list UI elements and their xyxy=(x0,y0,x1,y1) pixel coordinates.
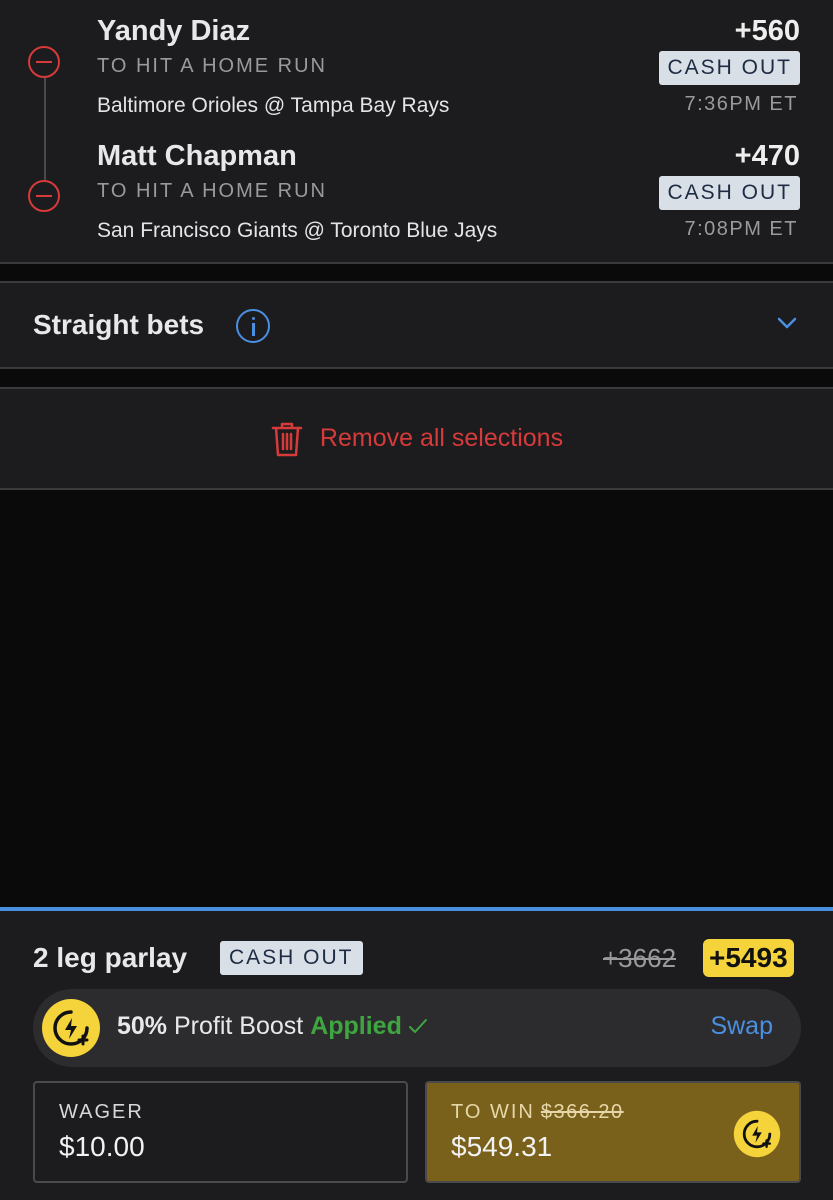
profit-boost-text: 50% Profit Boost Applied xyxy=(117,1012,428,1041)
straight-bets-label: Straight bets xyxy=(33,309,205,340)
remove-all-selections-button[interactable]: Remove all selections xyxy=(0,387,833,490)
chevron-down-icon[interactable] xyxy=(777,313,797,333)
info-icon[interactable] xyxy=(236,309,270,343)
original-odds: +3662 xyxy=(603,943,677,973)
to-win-label-row: TO WIN $366.20 xyxy=(451,1101,624,1124)
parlay-selections: Yandy Diaz TO HIT A HOME RUN Baltimore O… xyxy=(0,0,833,264)
timeline-connector xyxy=(44,76,46,180)
leg-1-time: 7:36PM ET xyxy=(684,93,798,115)
leg-2-game: San Francisco Giants @ Toronto Blue Jays xyxy=(97,219,498,242)
profit-boost-pill: 50% Profit Boost Applied Swap xyxy=(33,989,801,1067)
parlay-title: 2 leg parlay xyxy=(33,942,188,973)
leg-1-player: Yandy Diaz xyxy=(97,15,251,47)
leg-1-market: TO HIT A HOME RUN xyxy=(97,55,327,77)
to-win-original: $366.20 xyxy=(540,1101,624,1123)
parlay-cashout-badge: CASH OUT xyxy=(220,941,363,975)
to-win-label: TO WIN xyxy=(451,1101,535,1123)
bet-slip-panel: 2 leg parlay CASH OUT +3662 +5493 50% Pr… xyxy=(0,907,833,1200)
to-win-value: $549.31 xyxy=(451,1131,553,1162)
straight-bets-row[interactable]: Straight bets xyxy=(0,281,833,369)
boost-status: Applied xyxy=(310,1012,402,1040)
leg-2-time: 7:08PM ET xyxy=(684,218,798,240)
wager-input[interactable]: WAGER $10.00 xyxy=(33,1081,408,1183)
leg-2-market: TO HIT A HOME RUN xyxy=(97,180,327,202)
boost-percent: 50% xyxy=(117,1012,168,1040)
leg-1-cashout-badge: CASH OUT xyxy=(659,51,800,85)
profit-boost-icon xyxy=(42,999,100,1057)
leg-1-game: Baltimore Orioles @ Tampa Bay Rays xyxy=(97,94,450,117)
boosted-odds: +5493 xyxy=(703,939,794,977)
leg-2-player: Matt Chapman xyxy=(97,140,297,172)
swap-boost-button[interactable]: Swap xyxy=(710,1012,773,1041)
leg-2-odds: +470 xyxy=(734,140,800,172)
leg-2-cashout-badge: CASH OUT xyxy=(659,176,800,210)
check-icon xyxy=(408,1019,427,1033)
remove-leg-2-icon[interactable] xyxy=(28,180,60,212)
wager-value: $10.00 xyxy=(59,1131,145,1162)
remove-leg-1-icon[interactable] xyxy=(28,46,60,78)
wager-label: WAGER xyxy=(59,1101,144,1123)
profit-boost-icon xyxy=(733,1110,781,1158)
trash-icon xyxy=(271,422,303,456)
leg-1-odds: +560 xyxy=(734,15,800,47)
to-win-box: TO WIN $366.20 $549.31 xyxy=(425,1081,801,1183)
boost-label: Profit Boost xyxy=(174,1012,304,1040)
remove-all-selections-label: Remove all selections xyxy=(319,424,564,452)
